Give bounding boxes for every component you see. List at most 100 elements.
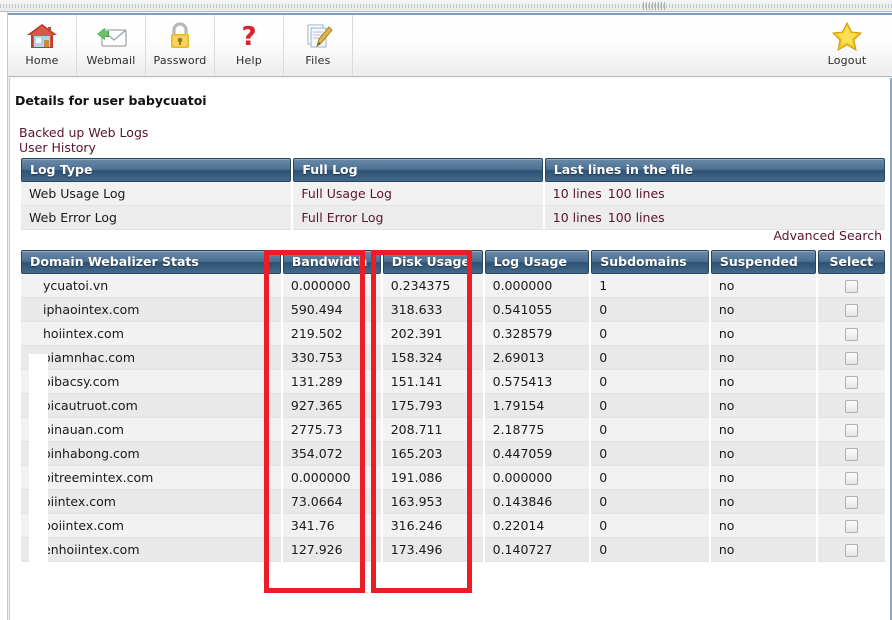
link-advanced-search[interactable]: Advanced Search <box>773 228 882 243</box>
domain-cell-log-usage: 0.575413 <box>484 370 590 394</box>
select-checkbox[interactable] <box>844 280 858 293</box>
log-row-full: Full Error Log <box>293 206 543 230</box>
domain-cell-suspended: no <box>710 442 816 466</box>
domain-cell-name: oiamnhac.com <box>21 346 281 370</box>
domain-cell-log-usage: 0.140727 <box>484 538 590 562</box>
log-table: Log Type Full Log Last lines in the file… <box>19 158 887 230</box>
toolbar-grip-handle[interactable] <box>643 2 665 10</box>
table-row: hoiintex.com 219.502 202.391 0.328579 0 no <box>21 322 885 346</box>
link-100-lines-error[interactable]: 100 lines <box>608 210 665 225</box>
domain-header-log-usage: Log Usage <box>484 250 590 274</box>
link-full-error-log[interactable]: Full Error Log <box>301 210 383 225</box>
toolbar-item-home[interactable]: Home <box>8 15 77 76</box>
domain-cell-select <box>817 514 885 538</box>
domain-cell-bandwidth: 590.494 <box>282 298 381 322</box>
domain-cell-suspended: no <box>710 490 816 514</box>
log-row-lines: 10 lines 100 lines <box>544 182 885 206</box>
link-10-lines-error[interactable]: 10 lines <box>553 206 608 229</box>
domain-cell-log-usage: 2.69013 <box>484 346 590 370</box>
log-row-lines: 10 lines 100 lines <box>544 206 885 230</box>
domain-cell-disk-usage: 208.711 <box>382 418 483 442</box>
toolbar-item-password-label: Password <box>153 54 207 67</box>
domain-cell-select <box>817 322 885 346</box>
select-checkbox[interactable] <box>844 448 858 461</box>
domain-cell-select <box>817 298 885 322</box>
domain-cell-suspended: no <box>710 514 816 538</box>
domain-header-bandwidth: Bandwidth <box>282 250 381 274</box>
select-checkbox[interactable] <box>844 376 858 389</box>
domain-cell-name: iphaointex.com <box>21 298 281 322</box>
domain-cell-suspended: no <box>710 274 816 298</box>
domain-header-subdomains: Subdomains <box>591 250 709 274</box>
domain-cell-disk-usage: 173.496 <box>382 538 483 562</box>
select-checkbox[interactable] <box>844 496 858 509</box>
domain-cell-subdomains: 0 <box>591 322 709 346</box>
domain-cell-name: enhoiintex.com <box>21 538 281 562</box>
domain-cell-select <box>817 538 885 562</box>
select-checkbox[interactable] <box>844 544 858 557</box>
domain-cell-disk-usage: 175.793 <box>382 394 483 418</box>
domain-cell-log-usage: 2.18775 <box>484 418 590 442</box>
select-checkbox[interactable] <box>844 424 858 437</box>
log-row-full: Full Usage Log <box>293 182 543 206</box>
domain-cell-select <box>817 346 885 370</box>
log-table-row: Web Usage Log Full Usage Log 10 lines 100… <box>21 182 885 206</box>
link-user-history[interactable]: User History <box>19 140 148 155</box>
log-table-row: Web Error Log Full Error Log 10 lines 100… <box>21 206 885 230</box>
domain-cell-suspended: no <box>710 322 816 346</box>
link-10-lines-usage[interactable]: 10 lines <box>553 182 608 205</box>
page-title: Details for user babycuatoi <box>15 93 207 108</box>
domain-cell-subdomains: 0 <box>591 514 709 538</box>
select-checkbox[interactable] <box>844 472 858 485</box>
domain-cell-disk-usage: 202.391 <box>382 322 483 346</box>
toolbar-item-logout[interactable]: Logout <box>802 15 892 76</box>
toolbar-item-help[interactable]: ? Help <box>215 15 284 76</box>
toolbar-item-files[interactable]: Files <box>284 15 353 76</box>
table-row: iphaointex.com 590.494 318.633 0.541055 0 no <box>21 298 885 322</box>
link-backed-up-web-logs[interactable]: Backed up Web Logs <box>19 125 148 140</box>
select-checkbox[interactable] <box>844 352 858 365</box>
select-checkbox[interactable] <box>844 304 858 317</box>
main-toolbar: Home Webmail Password ? Help Files Logou… <box>8 13 892 77</box>
domain-cell-name: boiintex.com <box>21 514 281 538</box>
table-row: oinhabong.com 354.072 165.203 0.447059 0 no <box>21 442 885 466</box>
domain-cell-disk-usage: 191.086 <box>382 466 483 490</box>
domain-header-suspended: Suspended <box>710 250 816 274</box>
select-checkbox[interactable] <box>844 520 858 533</box>
link-full-usage-log[interactable]: Full Usage Log <box>301 186 392 201</box>
toolbar-item-logout-label: Logout <box>827 54 867 67</box>
domain-cell-suspended: no <box>710 298 816 322</box>
domain-cell-select <box>817 442 885 466</box>
toolbar-item-help-label: Help <box>236 54 262 67</box>
domain-cell-bandwidth: 73.0664 <box>282 490 381 514</box>
files-icon <box>301 20 335 52</box>
domain-cell-suspended: no <box>710 466 816 490</box>
table-row: oiamnhac.com 330.753 158.324 2.69013 0 no <box>21 346 885 370</box>
domain-stats-table: Domain Webalizer Stats Bandwidth Disk Us… <box>19 250 887 562</box>
domain-cell-subdomains: 0 <box>591 298 709 322</box>
log-header-full-log: Full Log <box>293 158 543 182</box>
toolbar-item-webmail[interactable]: Webmail <box>77 15 146 76</box>
domain-cell-disk-usage: 165.203 <box>382 442 483 466</box>
table-row: boiintex.com 341.76 316.246 0.22014 0 no <box>21 514 885 538</box>
domain-cell-suspended: no <box>710 418 816 442</box>
domain-cell-log-usage: 0.328579 <box>484 322 590 346</box>
webmail-icon <box>94 20 128 52</box>
star-icon <box>830 20 864 52</box>
select-checkbox[interactable] <box>844 328 858 341</box>
log-header-log-type: Log Type <box>21 158 292 182</box>
domain-cell-log-usage: 0.447059 <box>484 442 590 466</box>
domain-cell-select <box>817 418 885 442</box>
domain-cell-bandwidth: 330.753 <box>282 346 381 370</box>
select-checkbox[interactable] <box>844 400 858 413</box>
log-row-type: Web Usage Log <box>21 182 292 206</box>
domain-cell-name: oinauan.com <box>21 418 281 442</box>
domain-cell-name: ycuatoi.vn <box>21 274 281 298</box>
domain-cell-select <box>817 274 885 298</box>
domain-cell-subdomains: 0 <box>591 370 709 394</box>
domain-cell-bandwidth: 131.289 <box>282 370 381 394</box>
table-row: enhoiintex.com 127.926 173.496 0.140727 0 no <box>21 538 885 562</box>
domain-cell-name: oiintex.com <box>21 490 281 514</box>
toolbar-item-password[interactable]: Password <box>146 15 215 76</box>
link-100-lines-usage[interactable]: 100 lines <box>608 186 665 201</box>
